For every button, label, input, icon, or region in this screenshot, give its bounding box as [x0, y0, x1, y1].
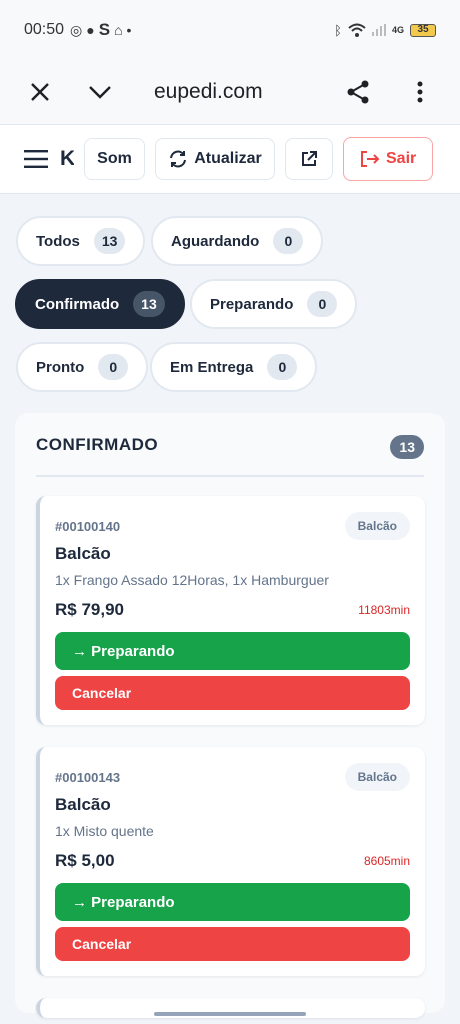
close-icon[interactable]	[20, 72, 60, 112]
external-link-icon	[302, 151, 317, 166]
s-app-icon: S	[98, 20, 111, 39]
network-type: 4G	[391, 25, 404, 35]
logout-button[interactable]: Sair	[343, 137, 434, 181]
filter-chip-count: 0	[307, 291, 338, 317]
order-number: #00100140	[55, 518, 121, 534]
order-elapsed-time: 8605min	[363, 854, 410, 868]
filter-chip-count: 13	[133, 291, 165, 317]
advance-preparing-button[interactable]: → Preparando	[55, 883, 410, 921]
menu-icon[interactable]	[24, 150, 48, 168]
refresh-icon	[170, 150, 187, 168]
filter-chip-count: 0	[267, 354, 298, 380]
filter-chip-label: Pronto	[36, 358, 85, 376]
external-link-button[interactable]	[285, 138, 333, 180]
chevron-down-icon[interactable]	[80, 72, 120, 112]
filter-chip-label: Todos	[36, 232, 80, 250]
home-app-icon: ⌂	[114, 22, 123, 38]
advance-preparing-button[interactable]: → Preparando	[55, 632, 410, 670]
chat-icon: ●	[86, 22, 95, 38]
refresh-button-label: Atualizar	[194, 150, 262, 167]
filter-chip-pronto[interactable]: Pronto 0	[16, 342, 149, 392]
wifi-icon	[348, 23, 366, 37]
status-time: 00:50	[24, 21, 65, 38]
cancel-order-button[interactable]: Cancelar	[55, 676, 410, 710]
brand-letter: K	[60, 147, 74, 170]
order-title: Balcão	[55, 795, 111, 814]
filter-chip-em-entrega[interactable]: Em Entrega 0	[150, 342, 318, 392]
order-price: R$ 79,90	[55, 600, 124, 619]
notification-icons: ◎ ● S ⌂ •	[70, 20, 131, 40]
order-card[interactable]: #00100140 Balcão Balcão 1x Frango Assado…	[36, 496, 425, 725]
order-price: R$ 5,00	[55, 851, 115, 870]
more-vert-icon[interactable]	[400, 72, 440, 112]
system-icons: ᛒ 4G 35	[334, 23, 436, 38]
status-bar: 00:50 ◎ ● S ⌂ • ᛒ 4G 35	[0, 0, 460, 60]
filter-chip-confirmado[interactable]: Confirmado 13	[15, 279, 185, 329]
bluetooth-icon: ᛒ	[334, 22, 342, 38]
filter-chip-label: Aguardando	[171, 232, 260, 250]
filter-chip-todos[interactable]: Todos 13	[16, 216, 146, 266]
column-title: CONFIRMADO	[36, 435, 159, 454]
column-header: CONFIRMADO 13	[36, 435, 424, 477]
order-type-badge: Balcão	[344, 763, 410, 791]
home-indicator[interactable]	[154, 1012, 306, 1016]
sound-button[interactable]: Som	[84, 138, 145, 180]
filter-chip-label: Preparando	[210, 295, 294, 313]
filter-chip-count: 13	[93, 228, 126, 254]
filter-chip-aguardando[interactable]: Aguardando 0	[151, 216, 324, 266]
column-count-badge: 13	[390, 435, 424, 459]
logout-button-label: Sair	[386, 150, 417, 167]
filter-chip-count: 0	[273, 228, 304, 254]
order-items: 1x Misto quente	[55, 823, 154, 839]
battery-icon: 35	[410, 23, 436, 37]
confirmed-column: CONFIRMADO 13 #00100140 Balcão Balcão 1x…	[15, 413, 445, 1018]
order-number: #00100143	[55, 769, 121, 785]
whatsapp-icon: ◎	[70, 21, 83, 38]
more-dot-icon: •	[126, 22, 132, 38]
browser-bar: eupedi.com	[0, 60, 460, 124]
sound-button-label: Som	[97, 150, 132, 167]
order-title: Balcão	[55, 544, 111, 563]
order-items: 1x Frango Assado 12Horas, 1x Hamburguer	[55, 572, 329, 588]
logout-icon	[361, 151, 380, 167]
order-type-badge: Balcão	[344, 512, 410, 540]
signal-icon	[371, 24, 386, 36]
order-card[interactable]: #00100143 Balcão Balcão 1x Misto quente …	[36, 747, 425, 976]
filter-chip-count: 0	[98, 354, 129, 380]
cancel-order-button[interactable]: Cancelar	[55, 927, 410, 961]
share-icon[interactable]	[338, 72, 378, 112]
filter-chip-label: Em Entrega	[170, 358, 254, 376]
url-text[interactable]: eupedi.com	[154, 80, 263, 104]
order-elapsed-time: 11803min	[358, 603, 410, 617]
filter-chip-label: Confirmado	[35, 295, 120, 313]
app-toolbar: K Som Atualizar Sair	[0, 124, 460, 194]
filter-chip-preparando[interactable]: Preparando 0	[190, 279, 358, 329]
refresh-button[interactable]: Atualizar	[155, 138, 275, 180]
